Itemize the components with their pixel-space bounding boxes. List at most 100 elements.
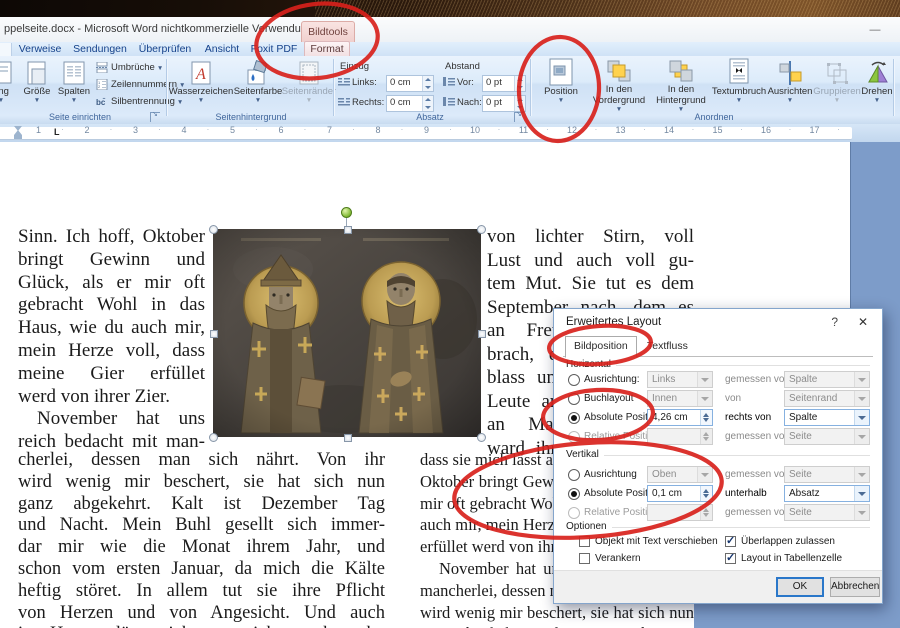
- resize-handle-n[interactable]: [344, 226, 352, 234]
- dropdown-field[interactable]: Seite: [784, 504, 870, 521]
- stepper-icon[interactable]: [422, 76, 433, 91]
- contextual-tab-group-bildtools[interactable]: Bildtools: [301, 21, 355, 43]
- text-line: von lichter Stirn, voll: [487, 226, 694, 248]
- stepper-icon[interactable]: [700, 505, 712, 520]
- dialog-launcher-icon[interactable]: [514, 112, 524, 122]
- section-label-horizontal: Horizontal: [566, 359, 616, 370]
- checkbox[interactable]: [579, 553, 590, 564]
- wasserzeichen-button[interactable]: A Wasserzeichen ▼: [172, 58, 230, 112]
- text-line: November hat uns: [18, 408, 205, 430]
- dropdown-field[interactable]: Absatz: [784, 485, 870, 502]
- checkbox[interactable]: [725, 553, 736, 564]
- stepper-icon[interactable]: [700, 486, 712, 501]
- dropdown-field[interactable]: Seite: [784, 466, 870, 483]
- minimize-button[interactable]: —: [868, 28, 882, 36]
- tab-verweise[interactable]: Verweise: [16, 42, 64, 56]
- chevron-down-icon: [854, 429, 869, 444]
- spin-field[interactable]: 0,1 cm: [647, 485, 713, 502]
- resize-handle-sw[interactable]: [209, 433, 218, 442]
- ruler-number: 10: [465, 124, 485, 136]
- radio-button[interactable]: [568, 488, 580, 500]
- dropdown-field[interactable]: Oben: [647, 466, 713, 483]
- resize-handle-ne[interactable]: [477, 225, 486, 234]
- indent-marker[interactable]: [14, 126, 23, 139]
- gruppieren-button[interactable]: Gruppieren ▼: [814, 58, 860, 112]
- chevron-down-icon: ▼: [787, 98, 793, 104]
- checkbox-label: Überlappen zulassen: [741, 536, 835, 547]
- resize-handle-e[interactable]: [478, 330, 486, 338]
- close-icon[interactable]: ✕: [858, 315, 868, 329]
- stepper-icon[interactable]: [700, 410, 712, 425]
- dropdown-field[interactable]: Spalte: [784, 371, 870, 388]
- dialog-title: Erweitertes Layout: [566, 316, 661, 328]
- left-column-text[interactable]: Sinn. Ich hoff, Oktoberbringt Gewinn und…: [18, 226, 205, 454]
- dropdown-field[interactable]: Innen: [647, 390, 713, 407]
- tab-ueberpruefen[interactable]: Überprüfen: [136, 42, 194, 56]
- textumbruch-button[interactable]: Textumbruch ▼: [712, 58, 766, 112]
- tab-format[interactable]: Format: [304, 41, 350, 57]
- resize-handle-s[interactable]: [344, 434, 352, 442]
- text-line: Haus, wie du auch mir,: [18, 317, 205, 339]
- tab-bildposition[interactable]: Bildposition: [565, 336, 637, 358]
- selected-picture[interactable]: [213, 229, 481, 437]
- tab-foxit-pdf[interactable]: Foxit PDF: [248, 42, 300, 56]
- page-size-icon: [24, 58, 50, 86]
- tab-stop-marker[interactable]: L: [54, 127, 60, 138]
- chevron-down-icon: [697, 372, 712, 387]
- radio-button[interactable]: [568, 431, 580, 443]
- ok-button[interactable]: OK: [776, 577, 824, 597]
- group-label-seite-einrichten: Seite einrichten: [0, 112, 160, 123]
- umbrueche-button[interactable]: Umbrüche ▼: [96, 61, 163, 74]
- cancel-button[interactable]: Abbrechen: [830, 577, 880, 597]
- checkbox[interactable]: [579, 536, 590, 547]
- tab-sendungen[interactable]: Sendungen: [72, 42, 128, 56]
- ausrichten-button[interactable]: Ausrichten ▼: [768, 58, 812, 112]
- spin-field[interactable]: 4,26 cm: [647, 409, 713, 426]
- rotate-handle[interactable]: [341, 207, 352, 218]
- text-line: Lust und auch voll gu-: [487, 250, 694, 272]
- einzug-rechts-field[interactable]: 0 cm: [386, 95, 434, 112]
- spalten-button[interactable]: Spalten ▼: [56, 58, 92, 112]
- radio-button[interactable]: [568, 469, 580, 481]
- resize-handle-se[interactable]: [477, 433, 486, 442]
- spin-field[interactable]: [647, 504, 713, 521]
- ruler[interactable]: 1·2·3·4·5·6·7·8·9·10·11·12·13·14·15·16·1…: [0, 124, 900, 142]
- dropdown-field[interactable]: Links: [647, 371, 713, 388]
- radio-button[interactable]: [568, 507, 580, 519]
- dropdown-field[interactable]: Seitenrand: [784, 390, 870, 407]
- abstand-vor-field[interactable]: 0 pt: [482, 75, 526, 92]
- dropdown-field[interactable]: Spalte: [784, 409, 870, 426]
- in-den-hintergrund-button[interactable]: In den Hintergrund ▼: [652, 58, 710, 112]
- in-den-vordergrund-button[interactable]: In den Vordergrund ▼: [590, 58, 648, 112]
- drehen-button[interactable]: Drehen ▼: [860, 58, 894, 112]
- left-column-text-full[interactable]: cherlei, dessen man sich nährt. Von ihrw…: [18, 450, 385, 628]
- radio-button[interactable]: [568, 412, 580, 424]
- resize-handle-nw[interactable]: [209, 225, 218, 234]
- ruler-number: 1: [29, 124, 49, 136]
- stepper-icon[interactable]: [514, 96, 525, 111]
- stepper-icon[interactable]: [422, 96, 433, 111]
- tab-textfluss[interactable]: Textfluss: [639, 338, 696, 355]
- checkbox-label: Layout in Tabellenzelle: [741, 553, 842, 564]
- tab-partial[interactable]: [0, 43, 12, 56]
- ausrichtung-button[interactable]: ung ▼: [0, 58, 16, 112]
- tab-ansicht[interactable]: Ansicht: [200, 42, 244, 56]
- resize-handle-w[interactable]: [210, 330, 218, 338]
- groesse-button[interactable]: Größe ▼: [20, 58, 54, 112]
- stepper-icon[interactable]: [514, 76, 525, 91]
- group-separator: [333, 59, 335, 116]
- seitenraender-button[interactable]: Seitenränder ▼: [286, 58, 332, 112]
- help-icon[interactable]: ?: [831, 315, 838, 329]
- checkbox[interactable]: [725, 536, 736, 547]
- position-button[interactable]: Position ▼: [538, 58, 584, 112]
- chevron-down-icon: [697, 467, 712, 482]
- dialog-launcher-icon[interactable]: [150, 112, 160, 122]
- spin-field[interactable]: [647, 428, 713, 445]
- radio-button[interactable]: [568, 393, 580, 405]
- seitenfarbe-button[interactable]: Seitenfarbe ▼: [232, 58, 284, 112]
- dropdown-field[interactable]: Seite: [784, 428, 870, 445]
- radio-button[interactable]: [568, 374, 580, 386]
- einzug-links-field[interactable]: 0 cm: [386, 75, 434, 92]
- ruler-number: 14: [659, 124, 679, 136]
- stepper-icon[interactable]: [700, 429, 712, 444]
